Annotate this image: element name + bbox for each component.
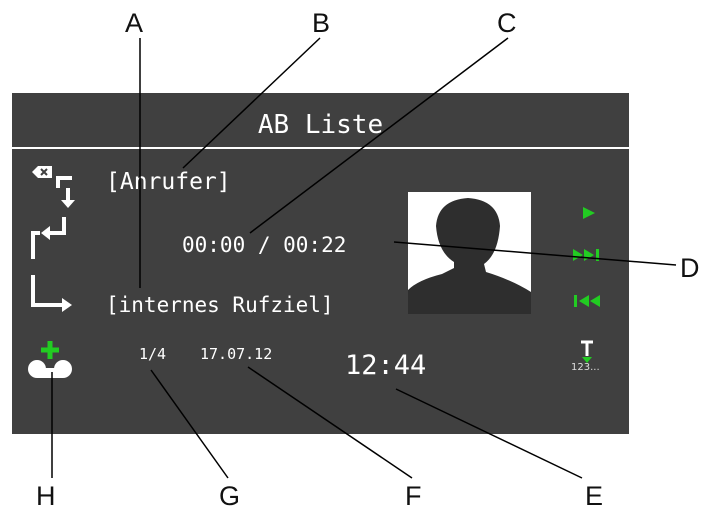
reply-arrow-icon[interactable] xyxy=(30,217,84,259)
callout-a: A xyxy=(125,8,144,38)
voicemail-list-screen: AB Liste [Anrufer] 00:00 / 00:22 [intern… xyxy=(12,93,629,434)
callout-h: H xyxy=(36,481,56,511)
play-icon[interactable] xyxy=(582,206,596,220)
text-input-icon[interactable]: 123... xyxy=(567,340,607,380)
playback-time: 00:00 / 00:22 xyxy=(182,233,347,257)
contact-photo-icon xyxy=(408,198,531,314)
message-index: 1/4 xyxy=(139,345,167,363)
callout-g: G xyxy=(219,481,241,511)
message-time: 12:44 xyxy=(345,350,427,381)
caller-name: [Anrufer] xyxy=(106,169,231,195)
callout-b: B xyxy=(312,8,331,38)
message-date: 17.07.12 xyxy=(200,345,273,363)
callout-d: D xyxy=(680,253,700,283)
title-divider xyxy=(12,147,629,149)
callout-f: F xyxy=(405,481,422,511)
add-voicemail-icon[interactable] xyxy=(25,339,77,379)
skip-next-icon[interactable] xyxy=(572,248,604,262)
internal-target: [internes Rufziel] xyxy=(106,293,334,317)
callout-c: C xyxy=(497,8,517,38)
forward-arrow-icon[interactable] xyxy=(30,275,84,315)
text-mode-label: 123... xyxy=(571,362,600,373)
screen-title: AB Liste xyxy=(257,110,384,140)
skip-previous-icon[interactable] xyxy=(572,294,604,308)
delete-icon[interactable] xyxy=(28,166,82,212)
contact-photo xyxy=(408,192,531,314)
callout-e: E xyxy=(585,481,604,511)
